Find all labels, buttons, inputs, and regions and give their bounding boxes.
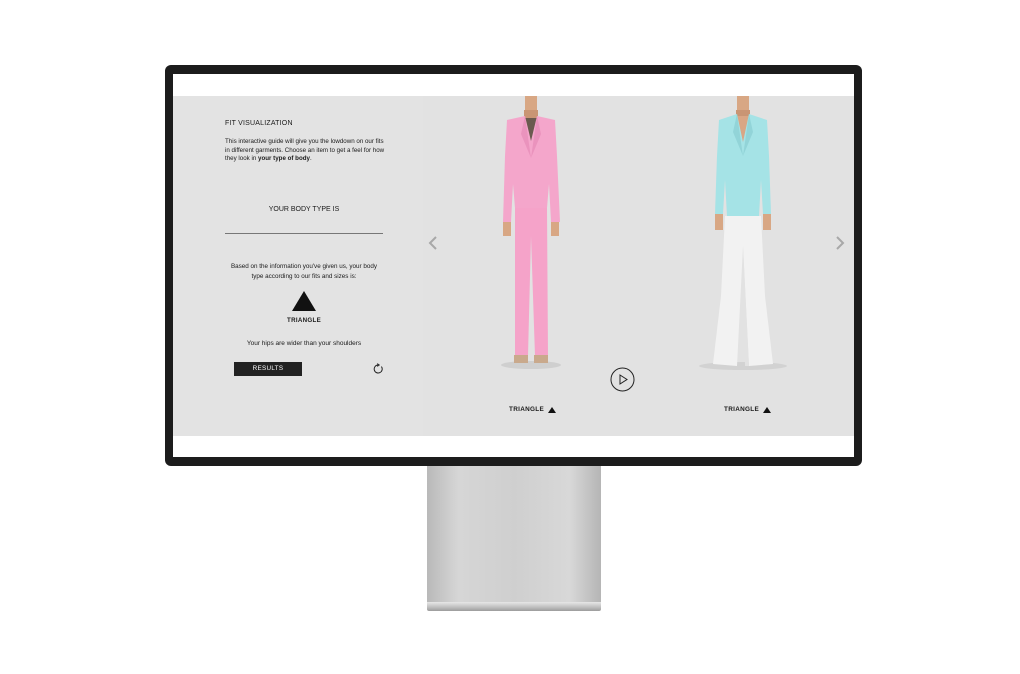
fit-label-text: TRIANGLE [509,406,545,413]
play-circle-icon[interactable] [610,367,635,392]
body-type-field [225,222,383,234]
fit-label: TRIANGLE [724,406,772,413]
monitor-stand-base [427,602,601,611]
body-type-label: YOUR BODY TYPE IS [268,206,340,213]
info-panel: FIT VISUALIZATION This interactive guide… [173,96,423,436]
triangle-icon [763,406,772,413]
monitor-stand [427,466,601,604]
fit-label: TRIANGLE [509,406,557,413]
triangle-icon [292,291,316,311]
fit-visualization-app: FIT VISUALIZATION This interactive guide… [173,96,854,436]
body-type-result: TRIANGLE [286,317,322,324]
intro-text: This interactive guide will give you the… [225,138,385,163]
results-button[interactable]: RESULTS [234,362,302,376]
garment-gallery: TRIANGLE TRIANGLE [423,96,854,436]
refresh-icon[interactable] [372,363,384,375]
fit-label-text: TRIANGLE [724,406,760,413]
triangle-icon [548,406,557,413]
garment-model-pink-suit[interactable] [485,96,575,376]
body-type-explanation: Based on the information you've given us… [230,263,378,280]
body-type-description: Your hips are wider than your shoulders [246,340,362,347]
intro-emphasis: your type of body [258,155,310,163]
chevron-left-icon[interactable] [427,235,439,251]
section-title: FIT VISUALIZATION [225,120,293,127]
chevron-right-icon[interactable] [834,235,846,251]
screen: FIT VISUALIZATION This interactive guide… [173,74,854,457]
garment-model-aqua-blazer[interactable] [693,96,793,376]
